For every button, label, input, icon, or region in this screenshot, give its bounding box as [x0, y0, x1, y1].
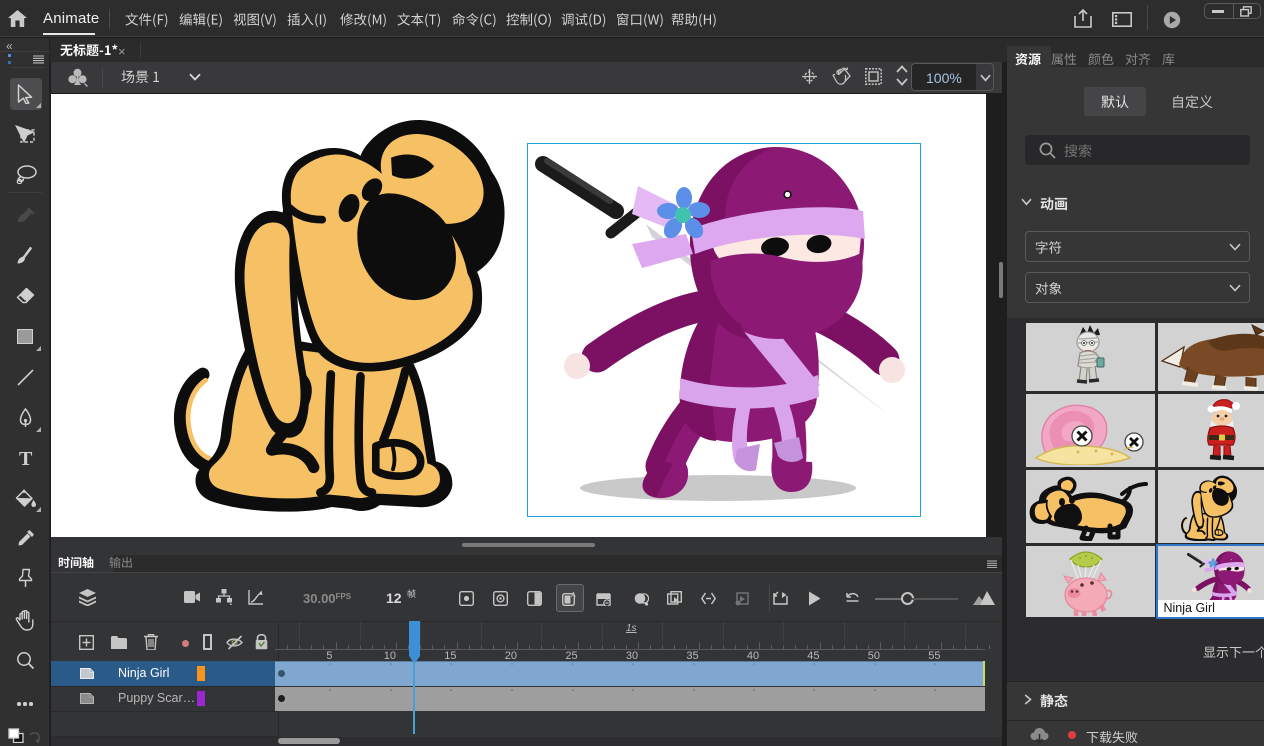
svg-text:A: A [571, 592, 576, 599]
